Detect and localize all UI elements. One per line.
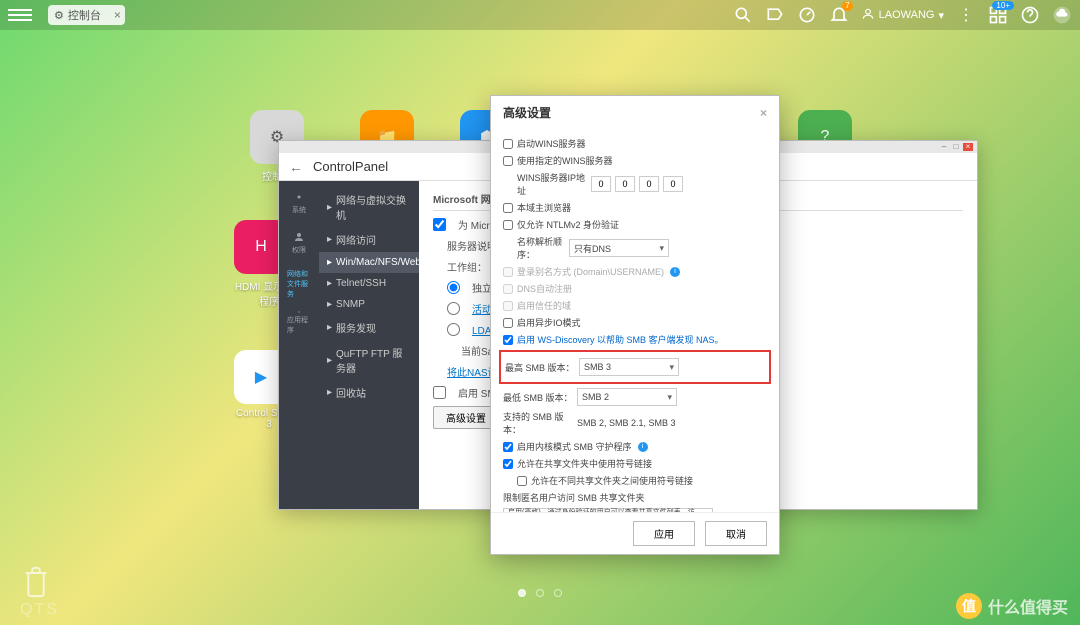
- volume-icon[interactable]: [765, 5, 785, 25]
- chk-enable[interactable]: [433, 218, 446, 231]
- sidebar-item[interactable]: ▸ 网络与虚拟交换机: [319, 187, 419, 227]
- ip-octet[interactable]: [615, 176, 635, 192]
- maximize-button[interactable]: □: [951, 143, 961, 151]
- chk-trust: [503, 301, 513, 311]
- select-min-smb[interactable]: SMB 2: [577, 388, 677, 406]
- ip-octet[interactable]: [639, 176, 659, 192]
- watermark: 值 什么值得买: [956, 593, 1068, 619]
- chk-alias: [503, 267, 513, 277]
- close-icon[interactable]: ×: [760, 106, 767, 120]
- ip-octet[interactable]: [663, 176, 683, 192]
- pager-dots[interactable]: [518, 589, 562, 597]
- btn-cancel[interactable]: 取消: [705, 521, 767, 546]
- chk-symlink[interactable]: [503, 459, 513, 469]
- cloud-icon[interactable]: [1052, 5, 1072, 25]
- chk-dns: [503, 284, 513, 294]
- user-label: LAOWANG: [879, 9, 935, 21]
- network-category[interactable]: 网络和文件服务: [287, 271, 311, 295]
- window-title: ControlPanel: [313, 159, 388, 174]
- menu-icon[interactable]: [8, 3, 32, 27]
- radio-standalone[interactable]: [447, 281, 460, 294]
- modal-header: 高级设置 ×: [491, 96, 779, 129]
- sidebar-item[interactable]: ▸ Telnet/SSH: [319, 273, 419, 294]
- dot[interactable]: [554, 589, 562, 597]
- radio-ldap[interactable]: [447, 323, 460, 336]
- topbar-icons: 7 LAOWANG ▾ ⋮ 10+: [733, 5, 1072, 25]
- open-tab[interactable]: ⚙ 控制台 ×: [48, 5, 125, 25]
- trash-icon[interactable]: [20, 564, 52, 605]
- system-category[interactable]: 系统: [287, 191, 311, 215]
- dot[interactable]: [536, 589, 544, 597]
- advanced-settings-modal: 高级设置 × 启动WINS服务器 使用指定的WINS服务器 WINS服务器IP地…: [490, 95, 780, 555]
- back-icon[interactable]: ←: [289, 159, 303, 175]
- chk-ws[interactable]: [503, 335, 513, 345]
- radio-ad[interactable]: [447, 302, 460, 315]
- qts-label: QTS: [20, 601, 59, 619]
- modal-title: 高级设置: [503, 104, 551, 121]
- search-icon[interactable]: [733, 5, 753, 25]
- chk-kernel[interactable]: [503, 442, 513, 452]
- chevron-down-icon: ▾: [938, 9, 944, 22]
- select-max-smb[interactable]: SMB 3: [579, 358, 679, 376]
- info-icon[interactable]: i: [670, 267, 680, 277]
- chk-async[interactable]: [503, 318, 513, 328]
- dashboard-icon[interactable]: [797, 5, 817, 25]
- chk-ntlm[interactable]: [503, 220, 513, 230]
- apps-category[interactable]: 应用程序: [287, 311, 311, 335]
- apps-icon[interactable]: 10+: [988, 5, 1008, 25]
- btn-apply[interactable]: 应用: [633, 521, 695, 546]
- close-button[interactable]: ×: [963, 143, 973, 151]
- select-resolve[interactable]: 只有DNS: [569, 239, 669, 257]
- topbar: ⚙ 控制台 × 7 LAOWANG ▾ ⋮ 10+: [0, 0, 1080, 30]
- chk-wins[interactable]: [503, 139, 513, 149]
- chk-local-host[interactable]: [503, 203, 513, 213]
- highlighted-row: 最高 SMB 版本： SMB 3: [499, 350, 771, 384]
- user-icon: [861, 7, 875, 24]
- chk-smb-multi[interactable]: [433, 386, 446, 399]
- bell-icon[interactable]: 7: [829, 5, 849, 25]
- modal-footer: 应用 取消: [491, 512, 779, 554]
- select-restrict[interactable]: 启用(严格)。通过身份验证的用户可以查看共享文件列表。访客帐户: [503, 508, 713, 512]
- watermark-icon: 值: [956, 593, 982, 619]
- minimize-button[interactable]: –: [939, 143, 949, 151]
- sidebar-item[interactable]: ▸ 网络访问: [319, 227, 419, 252]
- close-icon[interactable]: ×: [114, 8, 121, 22]
- sidebar-item[interactable]: ▸ QuFTP FTP 服务器: [319, 340, 419, 380]
- gear-icon: ⚙: [54, 9, 64, 22]
- tab-title: 控制台: [68, 7, 101, 23]
- category-sidebar: 系统 权限 网络和文件服务 应用程序: [279, 181, 319, 509]
- dot[interactable]: [518, 589, 526, 597]
- user-menu[interactable]: LAOWANG ▾: [861, 7, 944, 24]
- privilege-category[interactable]: 权限: [287, 231, 311, 255]
- ip-octet[interactable]: [591, 176, 611, 192]
- modal-body: 启动WINS服务器 使用指定的WINS服务器 WINS服务器IP地址 本域主浏览…: [491, 129, 779, 512]
- help-icon[interactable]: [1020, 5, 1040, 25]
- sidebar-item[interactable]: ▸ Win/Mac/NFS/WebDAV: [319, 252, 419, 273]
- sidebar-item[interactable]: ▸ 服务发现: [319, 315, 419, 340]
- chk-custom-wins[interactable]: [503, 156, 513, 166]
- more-icon[interactable]: ⋮: [956, 5, 976, 25]
- chk-symlink-cross[interactable]: [517, 476, 527, 486]
- section-list: ▸ 网络与虚拟交换机 ▸ 网络访问 ▸ Win/Mac/NFS/WebDAV ▸…: [319, 181, 419, 509]
- sidebar-item[interactable]: ▸ 回收站: [319, 380, 419, 405]
- sidebar-item[interactable]: ▸ SNMP: [319, 294, 419, 315]
- info-icon[interactable]: i: [638, 442, 648, 452]
